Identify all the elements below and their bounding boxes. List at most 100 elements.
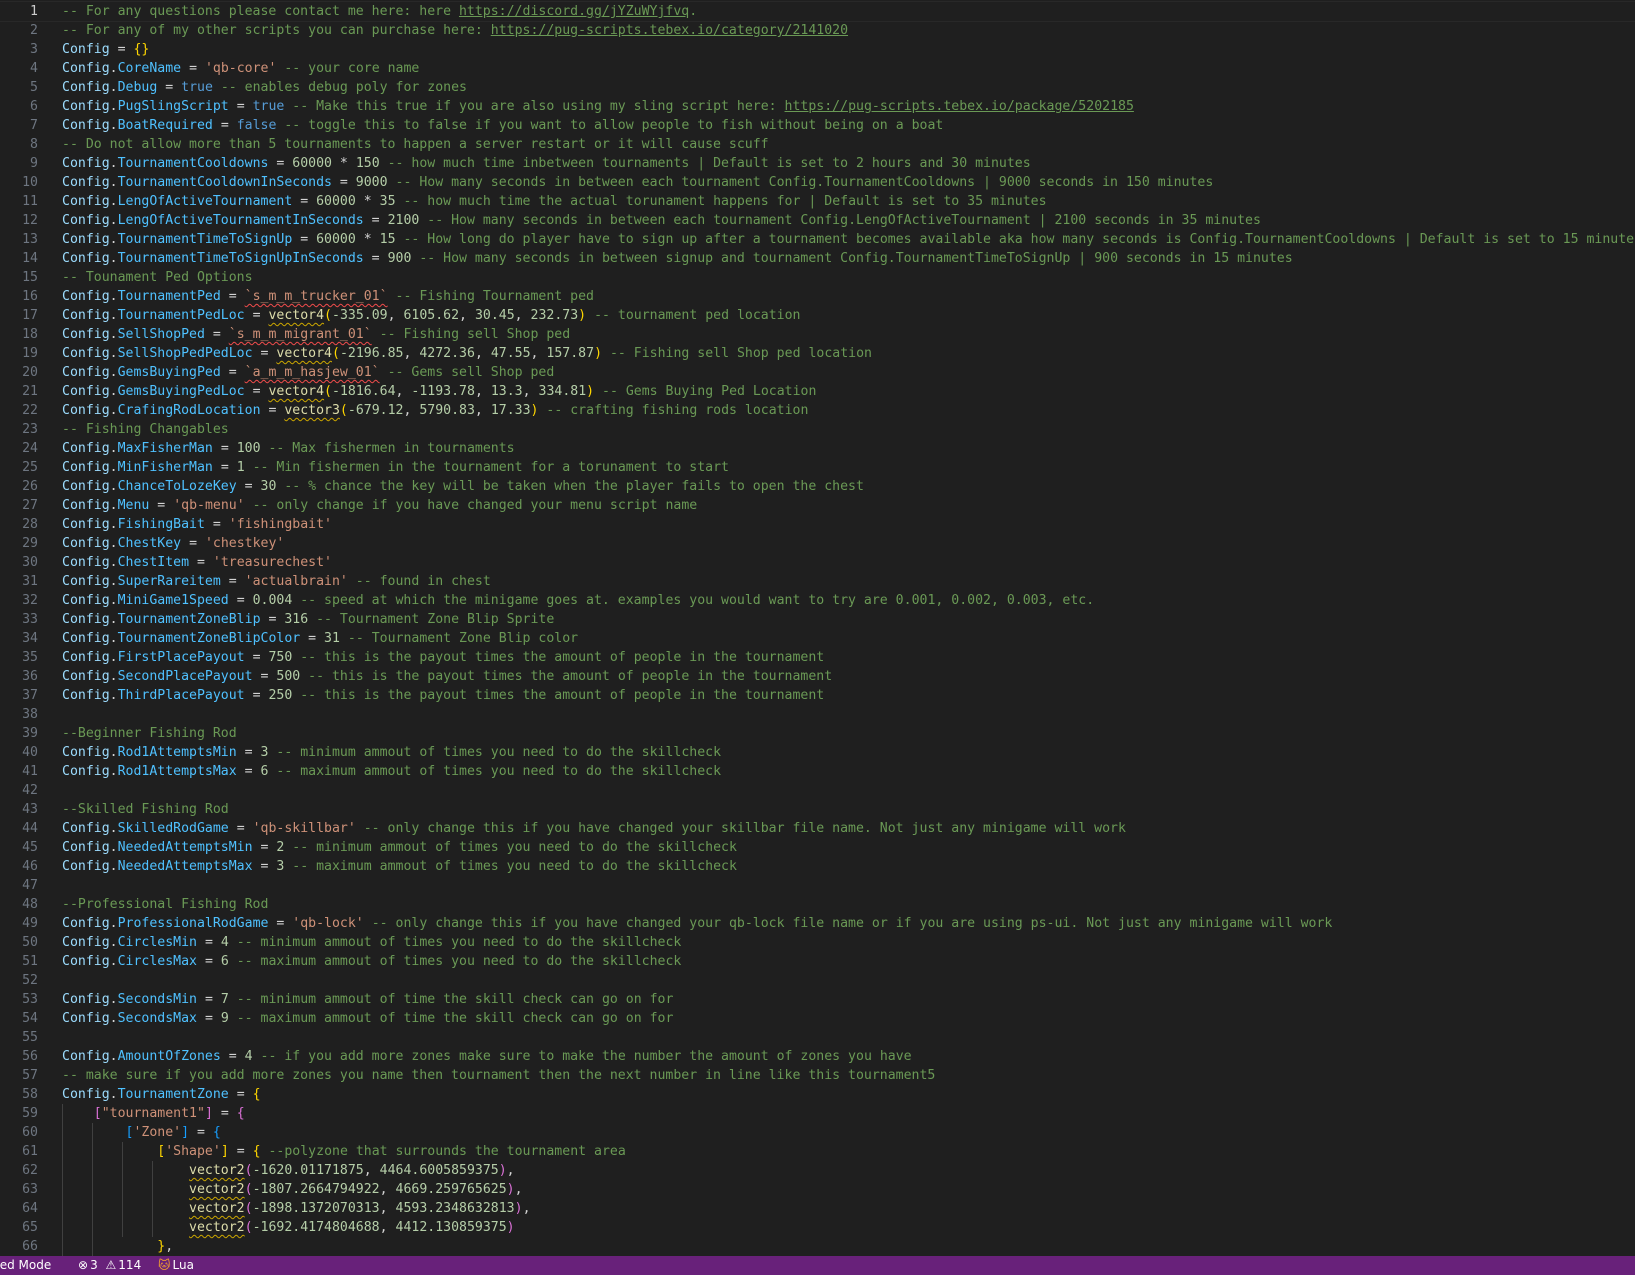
code-content[interactable]: Config.BoatRequired = false -- toggle th… <box>62 116 943 135</box>
line-number[interactable]: 25 <box>0 458 38 477</box>
line-number[interactable]: 38 <box>0 705 38 724</box>
line-number[interactable]: 35 <box>0 648 38 667</box>
code-line[interactable]: 11 Config.LengOfActiveTournament = 60000 … <box>0 192 1635 211</box>
code-content[interactable]: Config.ChestItem = 'treasurechest' <box>62 553 332 572</box>
code-line[interactable]: 20 Config.GemsBuyingPed = `a_m_m_hasjew_0… <box>0 363 1635 382</box>
code-line[interactable]: 55 <box>0 1028 1635 1047</box>
code-content[interactable]: Config.AmountOfZones = 4 -- if you add m… <box>62 1047 912 1066</box>
code-content[interactable]: Config.SecondsMin = 7 -- minimum ammout … <box>62 990 673 1009</box>
code-line[interactable]: 36 Config.SecondPlacePayout = 500 -- this… <box>0 667 1635 686</box>
line-number[interactable]: 47 <box>0 876 38 895</box>
code-content[interactable]: vector2(-1898.1372070313, 4593.234863281… <box>62 1199 530 1218</box>
code-content[interactable]: vector2(-1807.2664794922, 4669.259765625… <box>62 1180 523 1199</box>
code-content[interactable]: Config.TournamentTimeToSignUpInSeconds =… <box>62 249 1293 268</box>
line-number[interactable]: 13 <box>0 230 38 249</box>
line-number[interactable]: 42 <box>0 781 38 800</box>
code-line[interactable]: 8 -- Do not allow more than 5 tournaments… <box>0 135 1635 154</box>
language-mode-indicator[interactable]: 🐱︎ Lua <box>158 1256 194 1275</box>
code-content[interactable]: --Skilled Fishing Rod <box>62 800 229 819</box>
code-content[interactable]: Config.CirclesMax = 6 -- maximum ammout … <box>62 952 681 971</box>
code-line[interactable]: 34 Config.TournamentZoneBlipColor = 31 --… <box>0 629 1635 648</box>
code-line[interactable]: 21 Config.GemsBuyingPedLoc = vector4(-181… <box>0 382 1635 401</box>
code-content[interactable]: ['Shape'] = { --polyzone that surrounds … <box>62 1142 626 1161</box>
code-content[interactable]: Config.FirstPlacePayout = 750 -- this is… <box>62 648 824 667</box>
line-number[interactable]: 57 <box>0 1066 38 1085</box>
code-line[interactable]: 49 Config.ProfessionalRodGame = 'qb-lock'… <box>0 914 1635 933</box>
line-number[interactable]: 31 <box>0 572 38 591</box>
code-content[interactable]: ["tournament1"] = { <box>62 1104 245 1123</box>
code-line[interactable]: 7 Config.BoatRequired = false -- toggle t… <box>0 116 1635 135</box>
code-content[interactable]: Config.CoreName = 'qb-core' -- your core… <box>62 59 419 78</box>
code-line[interactable]: 57 -- make sure if you add more zones you… <box>0 1066 1635 1085</box>
code-content[interactable]: Config.MinFisherMan = 1 -- Min fishermen… <box>62 458 729 477</box>
line-number[interactable]: 2 <box>0 21 38 40</box>
code-content[interactable]: Config.MaxFisherMan = 100 -- Max fisherm… <box>62 439 515 458</box>
code-line[interactable]: 64 vector2(-1898.1372070313, 4593.234863… <box>0 1199 1635 1218</box>
line-number[interactable]: 58 <box>0 1085 38 1104</box>
line-number[interactable]: 33 <box>0 610 38 629</box>
code-line[interactable]: 17 Config.TournamentPedLoc = vector4(-335… <box>0 306 1635 325</box>
code-line[interactable]: 37 Config.ThirdPlacePayout = 250 -- this … <box>0 686 1635 705</box>
code-line[interactable]: 66 }, <box>0 1237 1635 1256</box>
code-content[interactable]: Config.TournamentCooldowns = 60000 * 150… <box>62 154 1031 173</box>
code-line[interactable]: 40 Config.Rod1AttemptsMin = 3 -- minimum … <box>0 743 1635 762</box>
code-line[interactable]: 33 Config.TournamentZoneBlip = 316 -- Tou… <box>0 610 1635 629</box>
code-content[interactable]: Config.GemsBuyingPedLoc = vector4(-1816.… <box>62 382 816 401</box>
line-number[interactable]: 45 <box>0 838 38 857</box>
code-content[interactable]: -- For any questions please contact me h… <box>62 2 697 21</box>
code-content[interactable]: Config.ChanceToLozeKey = 30 -- % chance … <box>62 477 864 496</box>
code-content[interactable]: Config.TournamentZone = { <box>62 1085 261 1104</box>
line-number[interactable]: 3 <box>0 40 38 59</box>
code-line[interactable]: 27 Config.Menu = 'qb-menu' -- only change… <box>0 496 1635 515</box>
code-content[interactable]: Config.ChestKey = 'chestkey' <box>62 534 284 553</box>
code-content[interactable]: Config.MiniGame1Speed = 0.004 -- speed a… <box>62 591 1094 610</box>
code-content[interactable]: Config.TournamentZoneBlipColor = 31 -- T… <box>62 629 578 648</box>
line-number[interactable]: 8 <box>0 135 38 154</box>
code-content[interactable]: Config.NeededAttemptsMin = 2 -- minimum … <box>62 838 737 857</box>
line-number[interactable]: 12 <box>0 211 38 230</box>
line-number[interactable]: 54 <box>0 1009 38 1028</box>
code-content[interactable]: Config.TournamentCooldownInSeconds = 900… <box>62 173 1213 192</box>
line-number[interactable]: 11 <box>0 192 38 211</box>
code-line[interactable]: 25 Config.MinFisherMan = 1 -- Min fisherm… <box>0 458 1635 477</box>
code-content[interactable]: Config = {} <box>62 40 149 59</box>
code-line[interactable]: 63 vector2(-1807.2664794922, 4669.259765… <box>0 1180 1635 1199</box>
code-line[interactable]: 48 --Professional Fishing Rod <box>0 895 1635 914</box>
line-number[interactable]: 34 <box>0 629 38 648</box>
code-line[interactable]: 6 Config.PugSlingScript = true -- Make th… <box>0 97 1635 116</box>
code-line[interactable]: 52 <box>0 971 1635 990</box>
code-line[interactable]: 35 Config.FirstPlacePayout = 750 -- this … <box>0 648 1635 667</box>
code-line[interactable]: 46 Config.NeededAttemptsMax = 3 -- maximu… <box>0 857 1635 876</box>
code-content[interactable]: Config.SkilledRodGame = 'qb-skillbar' --… <box>62 819 1126 838</box>
code-content[interactable]: Config.PugSlingScript = true -- Make thi… <box>62 97 1134 116</box>
code-line[interactable]: 15 -- Tounament Ped Options <box>0 268 1635 287</box>
code-line[interactable]: 45 Config.NeededAttemptsMin = 2 -- minimu… <box>0 838 1635 857</box>
code-content[interactable]: Config.TournamentPed = `s_m_m_trucker_01… <box>62 287 594 306</box>
code-content[interactable]: vector2(-1620.01171875, 4464.6005859375)… <box>62 1161 515 1180</box>
code-line[interactable]: 12 Config.LengOfActiveTournamentInSeconds… <box>0 211 1635 230</box>
line-number[interactable]: 4 <box>0 59 38 78</box>
code-content[interactable]: --Beginner Fishing Rod <box>62 724 237 743</box>
line-number[interactable]: 27 <box>0 496 38 515</box>
line-number[interactable]: 62 <box>0 1161 38 1180</box>
code-line[interactable]: 58 Config.TournamentZone = { <box>0 1085 1635 1104</box>
code-line[interactable]: 32 Config.MiniGame1Speed = 0.004 -- speed… <box>0 591 1635 610</box>
code-content[interactable]: Config.SellShopPedPedLoc = vector4(-2196… <box>62 344 872 363</box>
code-content[interactable]: Config.CirclesMin = 4 -- minimum ammout … <box>62 933 681 952</box>
line-number[interactable]: 60 <box>0 1123 38 1142</box>
code-line[interactable]: 22 Config.CrafingRodLocation = vector3(-6… <box>0 401 1635 420</box>
line-number[interactable]: 23 <box>0 420 38 439</box>
code-content[interactable]: -- make sure if you add more zones you n… <box>62 1066 935 1085</box>
line-number[interactable]: 18 <box>0 325 38 344</box>
code-line[interactable]: 47 <box>0 876 1635 895</box>
code-editor[interactable]: 1 -- For any questions please contact me … <box>0 0 1635 1256</box>
code-line[interactable]: 5 Config.Debug = true -- enables debug po… <box>0 78 1635 97</box>
code-line[interactable]: 42 <box>0 781 1635 800</box>
line-number[interactable]: 16 <box>0 287 38 306</box>
code-content[interactable]: --Professional Fishing Rod <box>62 895 268 914</box>
problems-indicator[interactable]: ⊗ 3 ⚠ 114 <box>78 1256 141 1275</box>
code-content[interactable]: ['Zone'] = { <box>62 1123 221 1142</box>
code-content[interactable]: Config.NeededAttemptsMax = 3 -- maximum … <box>62 857 737 876</box>
line-number[interactable]: 6 <box>0 97 38 116</box>
restricted-mode-indicator[interactable]: Restricted Mode <box>0 1256 70 1275</box>
